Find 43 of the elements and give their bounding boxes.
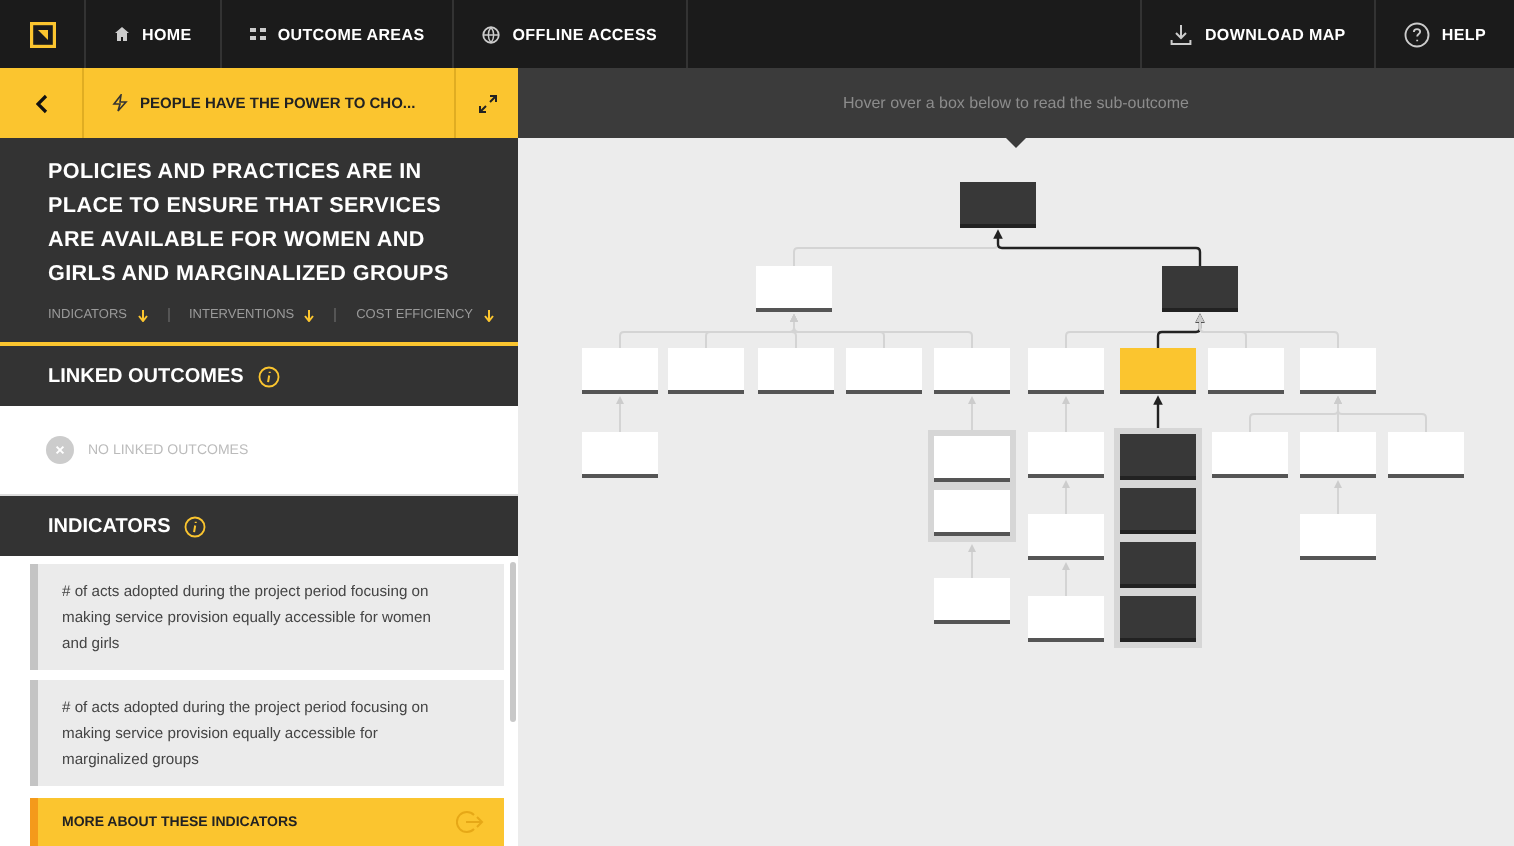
outcome-box[interactable]: [1300, 432, 1376, 478]
outcome-box[interactable]: [1028, 514, 1104, 560]
down-arrow-icon: [304, 309, 315, 321]
close-icon: [46, 436, 74, 464]
outcome-box[interactable]: [934, 490, 1010, 536]
outcome-box[interactable]: [758, 348, 834, 394]
globe-icon: [482, 25, 501, 43]
outcome-box[interactable]: [582, 432, 658, 478]
home-icon: [114, 26, 130, 42]
outcome-box[interactable]: [1028, 348, 1104, 394]
connector-line: [1153, 395, 1163, 428]
info-icon[interactable]: [257, 365, 280, 387]
down-arrow-icon: [483, 309, 493, 321]
info-icon[interactable]: [184, 515, 207, 537]
outcome-box[interactable]: [1300, 348, 1376, 394]
lightning-icon: [112, 94, 128, 112]
outcome-box[interactable]: [582, 348, 658, 394]
back-icon: [35, 93, 47, 113]
outcome-box[interactable]: [668, 348, 744, 394]
down-arrow-icon: [137, 309, 147, 321]
download-icon: [1170, 23, 1193, 45]
outcome-box[interactable]: [1300, 514, 1376, 560]
outcome-box[interactable]: [934, 348, 1010, 394]
section-title: INDICATORS: [48, 515, 171, 537]
outcome-title: POLICIES AND PRACTICES ARE IN PLACE TO ENSURE THAT SERVICES ARE AVAILABLE FOR WOMEN AND GIRLS AND MARGINALIZED GROUPS: [48, 158, 451, 290]
outcome-box[interactable]: [934, 436, 1010, 482]
expand-icon: [477, 93, 497, 113]
hint-text: Hover over a box below to read the sub-outcome: [843, 94, 1189, 112]
outcome-box[interactable]: [1120, 348, 1196, 394]
outcome-box[interactable]: [756, 266, 832, 312]
logo-icon[interactable]: [29, 21, 55, 47]
help-icon: [1403, 21, 1430, 47]
outcome-box[interactable]: [846, 348, 922, 394]
outcome-box[interactable]: [934, 578, 1010, 624]
grid-icon: [249, 28, 266, 40]
section-title: LINKED OUTCOMES: [48, 365, 244, 387]
outcome-box[interactable]: [1212, 432, 1288, 478]
outcome-box[interactable]: [1028, 432, 1104, 478]
exit-icon: [456, 810, 484, 834]
outcome-box[interactable]: [1028, 596, 1104, 642]
outcome-box[interactable]: [1388, 432, 1464, 478]
outcome-box[interactable]: [1208, 348, 1284, 394]
scrollbar[interactable]: [510, 562, 516, 722]
